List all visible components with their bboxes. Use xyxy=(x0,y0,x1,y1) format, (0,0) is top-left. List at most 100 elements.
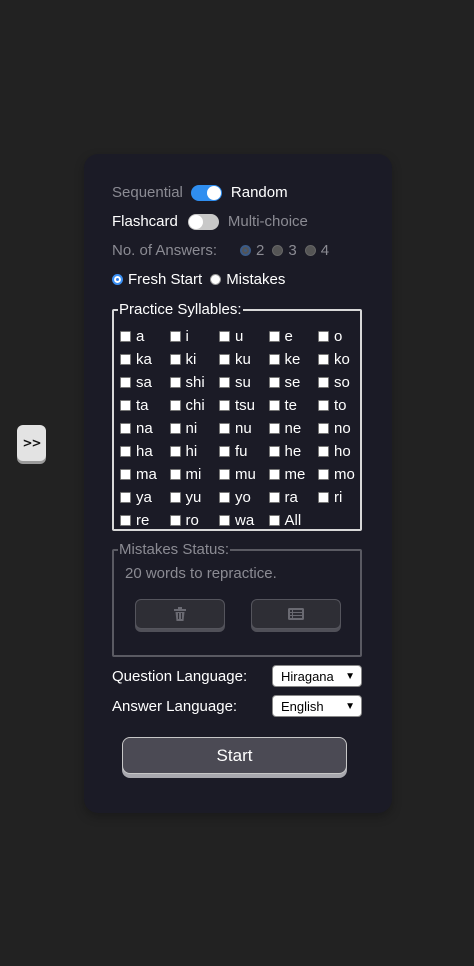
syllable-option[interactable]: ku xyxy=(219,348,269,371)
syllable-option[interactable]: ko xyxy=(318,348,368,371)
syllable-checkbox[interactable] xyxy=(169,469,181,480)
question-language-select[interactable]: Hiragana ▼ xyxy=(272,665,362,687)
syllable-checkbox[interactable] xyxy=(169,515,181,526)
syllable-checkbox[interactable] xyxy=(318,354,329,365)
syllable-checkbox[interactable] xyxy=(219,492,230,503)
syllable-checkbox[interactable] xyxy=(268,354,280,365)
syllable-option[interactable]: ta xyxy=(120,394,170,417)
syllable-option[interactable]: he xyxy=(268,440,319,463)
answers-radio-3[interactable] xyxy=(272,245,284,256)
syllable-checkbox[interactable] xyxy=(219,469,230,480)
syllable-checkbox[interactable] xyxy=(169,446,181,457)
syllable-option[interactable]: ya xyxy=(120,486,170,509)
syllable-checkbox[interactable] xyxy=(219,515,230,526)
syllable-option[interactable]: ha xyxy=(120,440,170,463)
syllable-checkbox[interactable] xyxy=(169,354,181,365)
syllable-checkbox[interactable] xyxy=(120,400,131,411)
syllable-checkbox[interactable] xyxy=(318,446,329,457)
syllable-option[interactable]: sa xyxy=(120,371,170,394)
syllable-checkbox[interactable] xyxy=(318,400,329,411)
type-switch[interactable] xyxy=(187,213,219,230)
syllable-checkbox[interactable] xyxy=(318,331,329,342)
syllable-checkbox[interactable] xyxy=(219,400,230,411)
syllable-option[interactable]: so xyxy=(318,371,368,394)
syllable-option[interactable]: i xyxy=(169,325,220,348)
syllable-checkbox[interactable] xyxy=(268,400,280,411)
syllable-option[interactable]: ne xyxy=(268,417,319,440)
syllable-checkbox[interactable] xyxy=(120,492,131,503)
syllable-checkbox[interactable] xyxy=(120,446,131,457)
syllable-option[interactable]: se xyxy=(268,371,319,394)
start-button[interactable]: Start xyxy=(122,737,347,774)
syllable-checkbox[interactable] xyxy=(169,400,181,411)
syllable-checkbox[interactable] xyxy=(318,377,329,388)
syllable-checkbox[interactable] xyxy=(120,377,131,388)
syllable-checkbox[interactable] xyxy=(169,331,181,342)
syllable-checkbox[interactable] xyxy=(169,423,181,434)
answers-radio-2[interactable] xyxy=(240,245,251,256)
order-switch[interactable] xyxy=(190,184,222,201)
syllable-checkbox[interactable] xyxy=(318,469,329,480)
answer-language-select[interactable]: English ▼ xyxy=(272,695,362,717)
syllable-option[interactable]: shi xyxy=(169,371,220,394)
syllable-checkbox[interactable] xyxy=(169,492,181,503)
syllable-option[interactable]: mi xyxy=(169,463,220,486)
syllable-option[interactable]: e xyxy=(268,325,319,348)
syllable-option[interactable]: ka xyxy=(120,348,170,371)
syllable-checkbox[interactable] xyxy=(268,446,280,457)
syllable-option[interactable]: chi xyxy=(169,394,220,417)
syllable-checkbox[interactable] xyxy=(318,492,329,503)
syllable-option[interactable]: wa xyxy=(219,509,269,532)
syllable-option[interactable]: yo xyxy=(219,486,269,509)
syllable-option[interactable]: ho xyxy=(318,440,368,463)
clear-mistakes-button[interactable] xyxy=(135,599,225,629)
syllable-checkbox[interactable] xyxy=(219,423,230,434)
syllable-option[interactable]: hi xyxy=(169,440,220,463)
syllable-checkbox[interactable] xyxy=(120,515,131,526)
syllable-option[interactable]: ri xyxy=(318,486,368,509)
syllable-option[interactable]: no xyxy=(318,417,368,440)
syllable-option[interactable]: fu xyxy=(219,440,269,463)
syllable-checkbox[interactable] xyxy=(120,354,131,365)
syllable-checkbox[interactable] xyxy=(219,377,230,388)
syllable-option[interactable]: a xyxy=(120,325,170,348)
syllable-checkbox[interactable] xyxy=(268,515,280,526)
syllable-option[interactable]: ro xyxy=(169,509,220,532)
syllable-checkbox[interactable] xyxy=(268,331,280,342)
syllable-option[interactable]: ni xyxy=(169,417,220,440)
syllable-checkbox[interactable] xyxy=(268,423,280,434)
syllable-checkbox[interactable] xyxy=(120,423,131,434)
mistakes-radio[interactable] xyxy=(210,274,222,285)
syllable-checkbox[interactable] xyxy=(219,354,230,365)
syllable-option[interactable]: te xyxy=(268,394,319,417)
syllable-option[interactable]: re xyxy=(120,509,170,532)
syllable-option[interactable]: na xyxy=(120,417,170,440)
fresh-start-radio[interactable] xyxy=(112,274,123,285)
syllable-option[interactable]: yu xyxy=(169,486,220,509)
syllable-option[interactable]: o xyxy=(318,325,368,348)
syllable-option[interactable]: to xyxy=(318,394,368,417)
syllable-option[interactable]: mu xyxy=(219,463,269,486)
syllable-option[interactable]: u xyxy=(219,325,269,348)
syllable-checkbox[interactable] xyxy=(120,331,131,342)
syllable-option[interactable]: ma xyxy=(120,463,170,486)
syllable-checkbox[interactable] xyxy=(268,469,280,480)
syllable-checkbox[interactable] xyxy=(219,446,230,457)
syllable-option[interactable]: su xyxy=(219,371,269,394)
syllable-option[interactable]: All xyxy=(268,509,319,532)
syllable-option[interactable]: ra xyxy=(268,486,319,509)
syllable-checkbox[interactable] xyxy=(318,423,329,434)
sidebar-toggle-button[interactable]: >> xyxy=(17,425,46,461)
syllable-checkbox[interactable] xyxy=(268,492,280,503)
syllable-checkbox[interactable] xyxy=(120,469,131,480)
syllable-option[interactable]: mo xyxy=(318,463,368,486)
syllable-option[interactable]: me xyxy=(268,463,319,486)
syllable-option[interactable]: ki xyxy=(169,348,220,371)
syllable-option[interactable]: tsu xyxy=(219,394,269,417)
syllable-option[interactable]: nu xyxy=(219,417,269,440)
syllable-checkbox[interactable] xyxy=(268,377,280,388)
view-mistakes-button[interactable] xyxy=(251,599,341,629)
syllable-option[interactable]: ke xyxy=(268,348,319,371)
syllable-checkbox[interactable] xyxy=(219,331,230,342)
answers-radio-4[interactable] xyxy=(304,245,316,256)
